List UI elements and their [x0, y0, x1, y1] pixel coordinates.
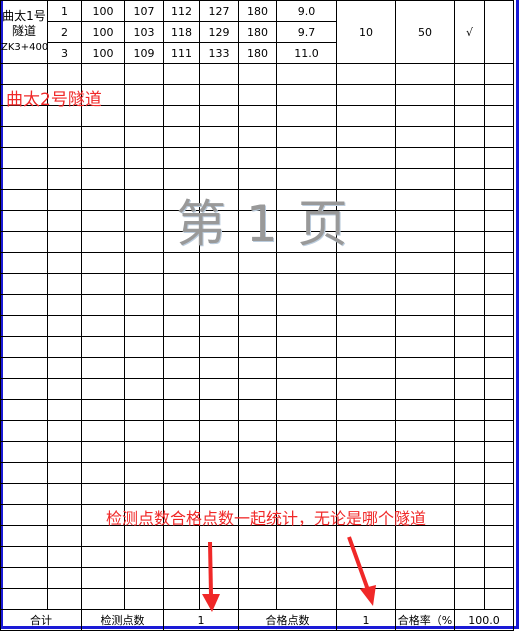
annotation-arrows — [202, 536, 376, 612]
arrow-icon — [202, 541, 220, 612]
arrow-icon — [347, 536, 376, 606]
